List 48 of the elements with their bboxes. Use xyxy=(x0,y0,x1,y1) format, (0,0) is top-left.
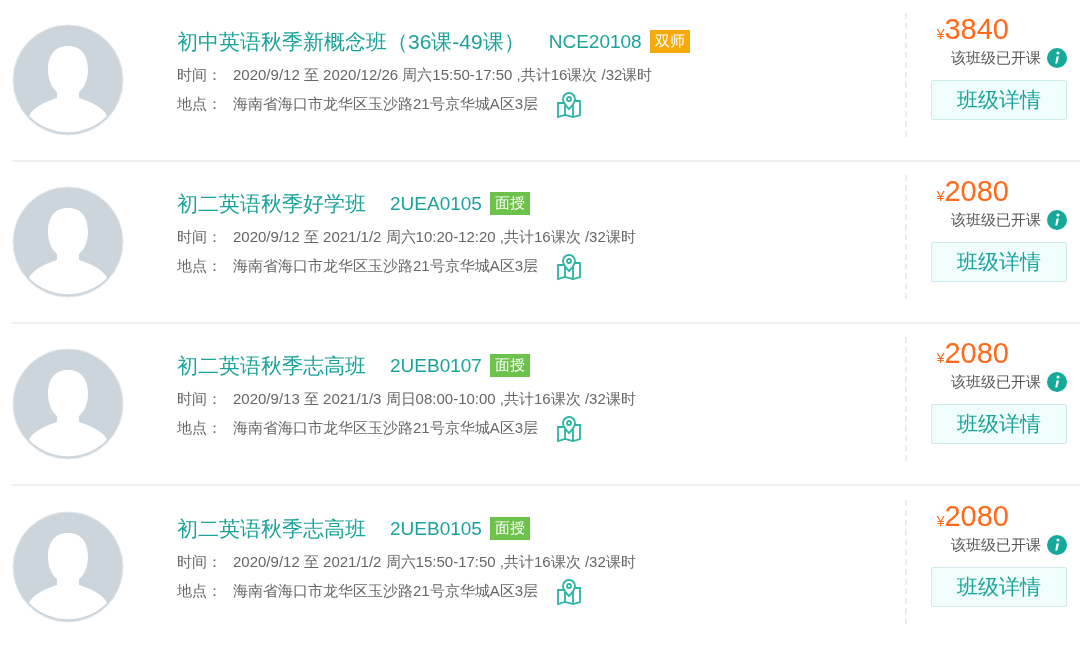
time-value: 2020/9/12 至 2021/1/2 周六15:50-17:50 ,共计16课次 /32课时 xyxy=(233,552,636,572)
time-label: 时间： xyxy=(177,227,223,247)
place-label: 地点： xyxy=(177,582,223,601)
place-label: 地点： xyxy=(177,419,223,439)
course-tag: 面授 xyxy=(489,192,530,215)
price: ¥2080 xyxy=(936,337,1009,371)
time-label: 时间： xyxy=(177,552,223,572)
place-value: 海南省海口市龙华区玉沙路21号京华城A区3层 xyxy=(233,419,539,439)
place-label: 地点： xyxy=(177,95,223,114)
place-label: 地点： xyxy=(177,257,223,276)
price: ¥3840 xyxy=(936,13,1009,46)
course-code: 2UEB0107 xyxy=(390,354,482,377)
course-tag: 面授 xyxy=(489,517,530,540)
course-title[interactable]: 初中英语秋季新概念班（36课-49课） xyxy=(177,27,525,56)
time-value: 2020/9/13 至 2021/1/3 周日08:00-10:00 ,共计16课次 /32课时 xyxy=(233,389,636,409)
class-status: 该班级已开课 xyxy=(951,372,1041,392)
class-details-button[interactable]: 班级详情 xyxy=(931,404,1067,445)
course-code: 2UEA0105 xyxy=(390,192,482,215)
course-code: 2UEB0105 xyxy=(390,517,482,540)
course-title[interactable]: 初二英语秋季志高班 xyxy=(177,351,366,380)
place-value: 海南省海口市龙华区玉沙路21号京华城A区3层 xyxy=(233,95,539,114)
info-icon[interactable] xyxy=(1047,210,1067,230)
place-value: 海南省海口市龙华区玉沙路21号京华城A区3层 xyxy=(233,257,539,276)
map-pin-icon[interactable] xyxy=(556,252,583,281)
time-label: 时间： xyxy=(177,65,223,85)
map-pin-icon[interactable] xyxy=(556,577,583,606)
place-value: 海南省海口市龙华区玉沙路21号京华城A区3层 xyxy=(233,582,539,601)
course-code: NCE20108 xyxy=(548,30,642,53)
class-details-button[interactable]: 班级详情 xyxy=(931,242,1067,282)
course-tag: 面授 xyxy=(489,354,530,378)
info-icon[interactable] xyxy=(1047,372,1067,393)
course-title[interactable]: 初二英语秋季好学班 xyxy=(177,189,366,218)
course-title[interactable]: 初二英语秋季志高班 xyxy=(177,514,366,543)
class-details-button[interactable]: 班级详情 xyxy=(931,567,1067,607)
price: ¥2080 xyxy=(936,500,1009,533)
class-details-button[interactable]: 班级详情 xyxy=(931,80,1067,120)
class-status: 该班级已开课 xyxy=(951,48,1041,68)
map-pin-icon[interactable] xyxy=(556,90,583,119)
map-pin-icon[interactable] xyxy=(556,414,583,443)
time-value: 2020/9/12 至 2021/1/2 周六10:20-12:20 ,共计16课次 /32课时 xyxy=(233,227,636,247)
time-value: 2020/9/12 至 2020/12/26 周六15:50-17:50 ,共计16课次 /32课时 xyxy=(233,65,653,85)
info-icon[interactable] xyxy=(1047,48,1067,68)
price: ¥2080 xyxy=(936,175,1009,208)
class-status: 该班级已开课 xyxy=(951,210,1041,230)
time-label: 时间： xyxy=(177,389,223,409)
course-tag: 双师 xyxy=(649,30,690,53)
info-icon[interactable] xyxy=(1047,535,1067,555)
class-status: 该班级已开课 xyxy=(951,535,1041,555)
